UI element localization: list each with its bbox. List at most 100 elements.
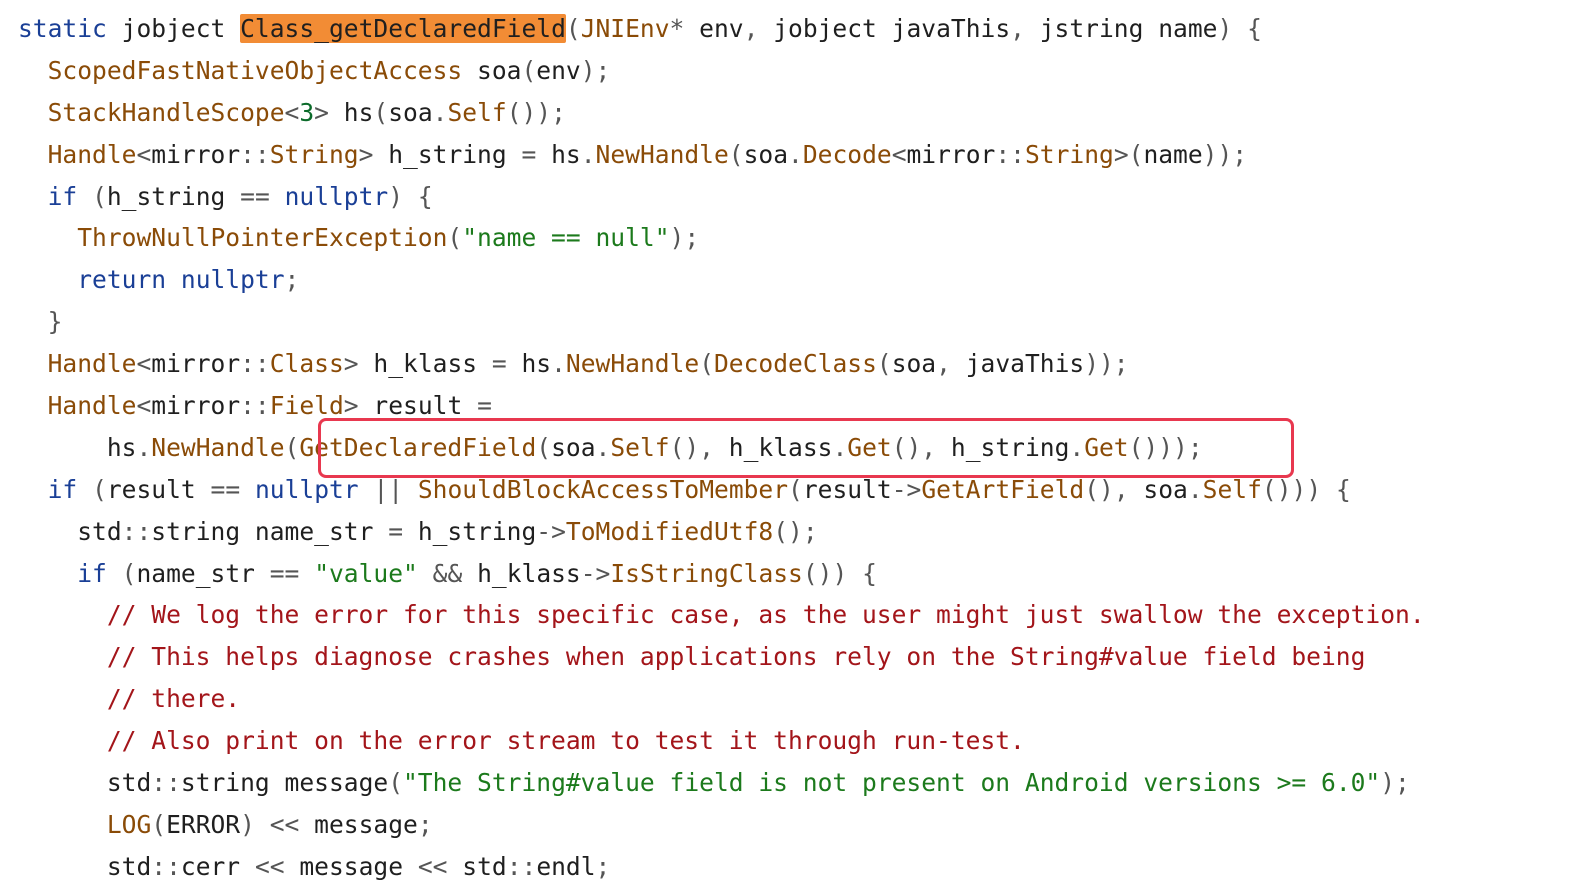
operator-token: -> [536,516,566,546]
code-line: std::string message("The String#value fi… [18,762,1558,804]
punctuation-token: ( [565,14,581,43]
code-text: hs [328,97,374,127]
type-token: jobject [121,14,226,43]
identifier-token: Decode [802,139,892,169]
operator-token: = [491,349,507,379]
keyword-token: nullptr [284,181,389,211]
code-line: // Also print on the error stream to tes… [18,720,1558,762]
code-line: std::cerr << message << std::endl; [18,846,1558,888]
code-text: h_string [106,181,241,211]
code-text: soa [388,97,433,127]
operator-token: :: [240,349,270,379]
punctuation-token: ); [1380,768,1410,798]
identifier-token: ScopedFastNativeObjectAccess [47,55,463,85]
code-text: cerr [180,851,255,881]
highlighted-function-name: Class_getDeclaredField [240,14,566,43]
keyword-token: static [18,14,107,43]
operator-token: -> [580,558,611,588]
punctuation-token: ; [595,851,611,881]
identifier-token: String [269,139,359,169]
punctuation-token: ( [373,97,389,127]
code-line: Handle<mirror::String> h_string = hs.New… [18,134,1558,176]
operator-token: << [269,809,300,839]
punctuation-token: { [862,558,877,588]
operator-token: -> [891,474,922,504]
identifier-token: Handle [47,139,137,169]
punctuation-token: ( [121,558,137,588]
comment-text: // Also print on the error stream to tes… [106,726,1025,756]
code-line: } [18,301,1558,343]
string-literal: "The String#value field is not present o… [403,768,1381,798]
code-text: soa [462,55,522,85]
code-text: h_string [403,516,537,546]
punctuation-token: ( [92,181,107,211]
punctuation-token: , [743,14,759,43]
code-line: StackHandleScope<3> hs(soa.Self()); [18,92,1558,134]
operator-token: < [136,391,152,421]
code-text: hs [506,349,552,379]
operator-token: . [551,349,566,379]
code-text: std [18,516,122,546]
operator-token: > [358,139,374,169]
identifier-token: Class [269,349,344,379]
punctuation-token: ) [388,181,404,211]
operator-token: > [1113,139,1129,169]
identifier-token: Get [1084,432,1129,462]
code-text: std [18,768,152,798]
punctuation-token: ())); [1128,432,1203,462]
punctuation-token: (); [773,516,818,546]
punctuation-token: ) [240,809,255,839]
code-text: mirror [151,391,241,421]
punctuation-token: ( [521,55,537,85]
identifier-token: Field [269,391,344,421]
identifier-token: IsStringClass [610,558,803,588]
operator-token: :: [240,139,270,169]
code-text: javaThis [876,14,1011,43]
punctuation-token: , [936,349,951,379]
identifier-token: NewHandle [151,432,285,462]
code-text: result [106,474,211,504]
code-text: h_klass [713,432,833,462]
punctuation-token: ( [447,223,463,253]
code-text: message [284,851,418,881]
punctuation-token: )); [1084,349,1129,379]
operator-token: . [580,139,596,169]
punctuation-token: ( [699,349,714,379]
code-text: h_klass [462,558,581,588]
code-line: if (result == nullptr || ShouldBlockAcce… [18,469,1558,511]
code-text: env [536,55,581,85]
identifier-token: StackHandleScope [47,97,285,127]
operator-token: == [269,558,300,588]
operator-token: . [832,432,848,462]
comment-text: // there. [106,684,241,714]
code-text: h_klass [358,349,492,379]
code-line: // This helps diagnose crashes when appl… [18,636,1558,678]
punctuation-token: ()); [506,97,566,127]
punctuation-token: ; [417,809,433,839]
code-line: return nullptr; [18,259,1558,301]
operator-token: :: [995,139,1025,169]
code-text: h_string [936,432,1070,462]
string-literal: "value" [314,558,418,588]
operator-token: == [210,474,241,504]
code-text: mirror [151,349,241,379]
identifier-token: NewHandle [595,139,729,169]
code-text: std [18,851,152,881]
code-line: std::string name_str = h_string->ToModif… [18,511,1558,553]
operator-token: < [136,349,152,379]
punctuation-token: (), [669,432,714,462]
identifier-token: Handle [47,391,137,421]
punctuation-token: } [47,307,63,337]
punctuation-token: ( [788,474,803,504]
